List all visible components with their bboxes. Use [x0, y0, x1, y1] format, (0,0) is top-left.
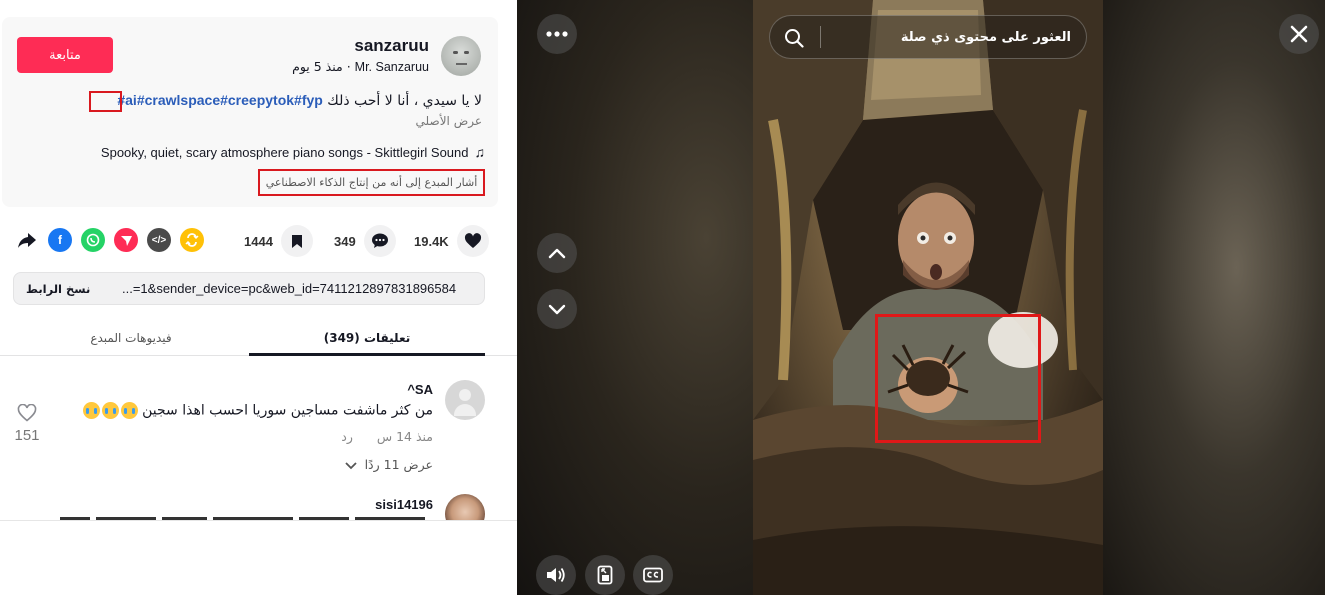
search-divider — [820, 26, 821, 48]
chevron-up-icon — [548, 248, 566, 258]
more-icon — [546, 31, 568, 37]
related-search-bar[interactable]: العثور على محتوى ذي صلة — [769, 15, 1087, 59]
reply-button[interactable]: رد — [341, 429, 353, 444]
captions-button[interactable] — [633, 555, 673, 595]
close-button[interactable] — [1279, 14, 1319, 54]
view-replies-label: عرض 11 ردًا — [364, 457, 433, 472]
author-meta: Mr. Sanzaruu · منذ 5 يوم — [292, 59, 429, 74]
music-title[interactable]: Spooky, quiet, scary atmosphere piano so… — [101, 145, 469, 160]
ai-hashtag-highlight-box — [89, 91, 122, 112]
crying-emoji-icon — [101, 402, 119, 419]
comment-stat[interactable]: 349 — [334, 225, 396, 257]
post-date: منذ 5 يوم — [292, 59, 343, 74]
ai-generated-label: أشار المبدع إلى أنه من إنتاج الذكاء الاص… — [258, 169, 485, 196]
caption-text: لا يا سيدي ، أنا لا أحب ذلك — [327, 93, 482, 109]
avatar-eye — [453, 51, 458, 54]
meta-dot: · — [342, 59, 351, 74]
music-row[interactable]: Spooky, quiet, scary atmosphere piano so… — [47, 143, 485, 161]
comment-username[interactable]: sisi14196 — [375, 497, 433, 512]
panel-footer-area — [0, 520, 517, 595]
video-frame[interactable] — [753, 0, 1103, 595]
arrow-share-icon[interactable] — [15, 228, 39, 252]
chevron-down-icon — [344, 461, 357, 469]
spider-highlight-box — [875, 314, 1041, 443]
heart-icon[interactable] — [456, 225, 489, 257]
embed-icon[interactable]: </> — [147, 228, 171, 252]
more-options-button[interactable] — [537, 14, 577, 54]
video-player[interactable]: العثور على محتوى ذي صلة — [517, 0, 1325, 595]
whatsapp-icon[interactable] — [81, 228, 105, 252]
search-icon — [785, 29, 804, 48]
comment-avatar[interactable] — [445, 380, 485, 420]
crying-emoji-icon — [120, 402, 138, 419]
share-row: f </> — [15, 228, 204, 252]
see-original-link[interactable]: عرض الأصلي — [416, 114, 482, 128]
mini-player-icon — [597, 565, 613, 585]
like-count: 19.4K — [414, 233, 449, 249]
heart-outline-icon[interactable] — [17, 403, 37, 422]
author-username[interactable]: sanzaruu — [354, 36, 429, 56]
comment-like-count: 151 — [14, 427, 40, 444]
comment-avatar[interactable] — [445, 494, 485, 520]
comment-text: من كثر ماشفت مساجين سوريا احسب اهذا سجين — [81, 402, 433, 419]
author-avatar[interactable] — [441, 36, 481, 76]
comment-username[interactable]: ^SA — [407, 382, 433, 397]
comment-text-body: من كثر ماشفت مساجين سوريا احسب اهذا سجين — [142, 402, 433, 419]
avatar-eye — [464, 51, 469, 54]
comment-icon[interactable] — [363, 225, 396, 257]
music-note-icon: ♫ — [474, 144, 486, 160]
volume-button[interactable] — [536, 555, 576, 595]
link-url[interactable]: ...=1&sender_device=pc&web_id=7411212897… — [122, 273, 456, 304]
comment-like[interactable]: 151 — [14, 403, 40, 444]
pip-button[interactable] — [585, 555, 625, 595]
tab-comments[interactable]: (349) تعليقات — [249, 320, 485, 355]
comment-count: 349 — [334, 233, 356, 249]
speaker-icon — [547, 567, 565, 583]
video-detail-panel: متابعة sanzaruu Mr. Sanzaruu · منذ 5 يوم… — [0, 0, 517, 595]
save-count: 1444 — [244, 233, 273, 249]
tab-active-indicator — [249, 353, 485, 356]
chevron-down-icon — [548, 304, 566, 314]
follow-button[interactable]: متابعة — [17, 37, 113, 73]
send-icon[interactable] — [114, 228, 138, 252]
captions-icon — [643, 567, 663, 583]
save-stat[interactable]: 1444 — [244, 225, 313, 257]
close-icon — [1290, 25, 1308, 43]
search-placeholder: العثور على محتوى ذي صلة — [900, 29, 1071, 45]
tab-creator-videos[interactable]: فيديوهات المبدع — [14, 320, 248, 355]
bookmark-icon[interactable] — [280, 225, 313, 257]
avatar-mouth — [456, 63, 467, 65]
next-video-button[interactable] — [537, 289, 577, 329]
copy-link-button[interactable]: نسخ الرابط — [26, 273, 90, 304]
video-scene — [753, 0, 1103, 595]
detail-scroll-area: متابعة sanzaruu Mr. Sanzaruu · منذ 5 يوم… — [0, 0, 517, 520]
copy-link-bar: نسخ الرابط ...=1&sender_device=pc&web_id… — [13, 272, 485, 305]
view-replies-button[interactable]: عرض 11 ردًا — [344, 457, 433, 472]
facebook-icon[interactable]: f — [48, 228, 72, 252]
author-nickname[interactable]: Mr. Sanzaruu — [355, 60, 429, 74]
crying-emoji-icon — [82, 402, 100, 419]
previous-video-button[interactable] — [537, 233, 577, 273]
comment-meta: منذ 14 س رد — [341, 429, 433, 444]
video-blur-background-right — [1103, 0, 1325, 595]
caption-hashtags[interactable]: #ai#crawlspace#creepytok#fyp — [117, 92, 322, 108]
repost-icon[interactable] — [180, 228, 204, 252]
comment-time: منذ 14 س — [376, 429, 433, 444]
like-stat[interactable]: 19.4K — [414, 225, 489, 257]
post-caption: لا يا سيدي ، أنا لا أحب ذلك #ai#crawlspa… — [117, 92, 482, 109]
